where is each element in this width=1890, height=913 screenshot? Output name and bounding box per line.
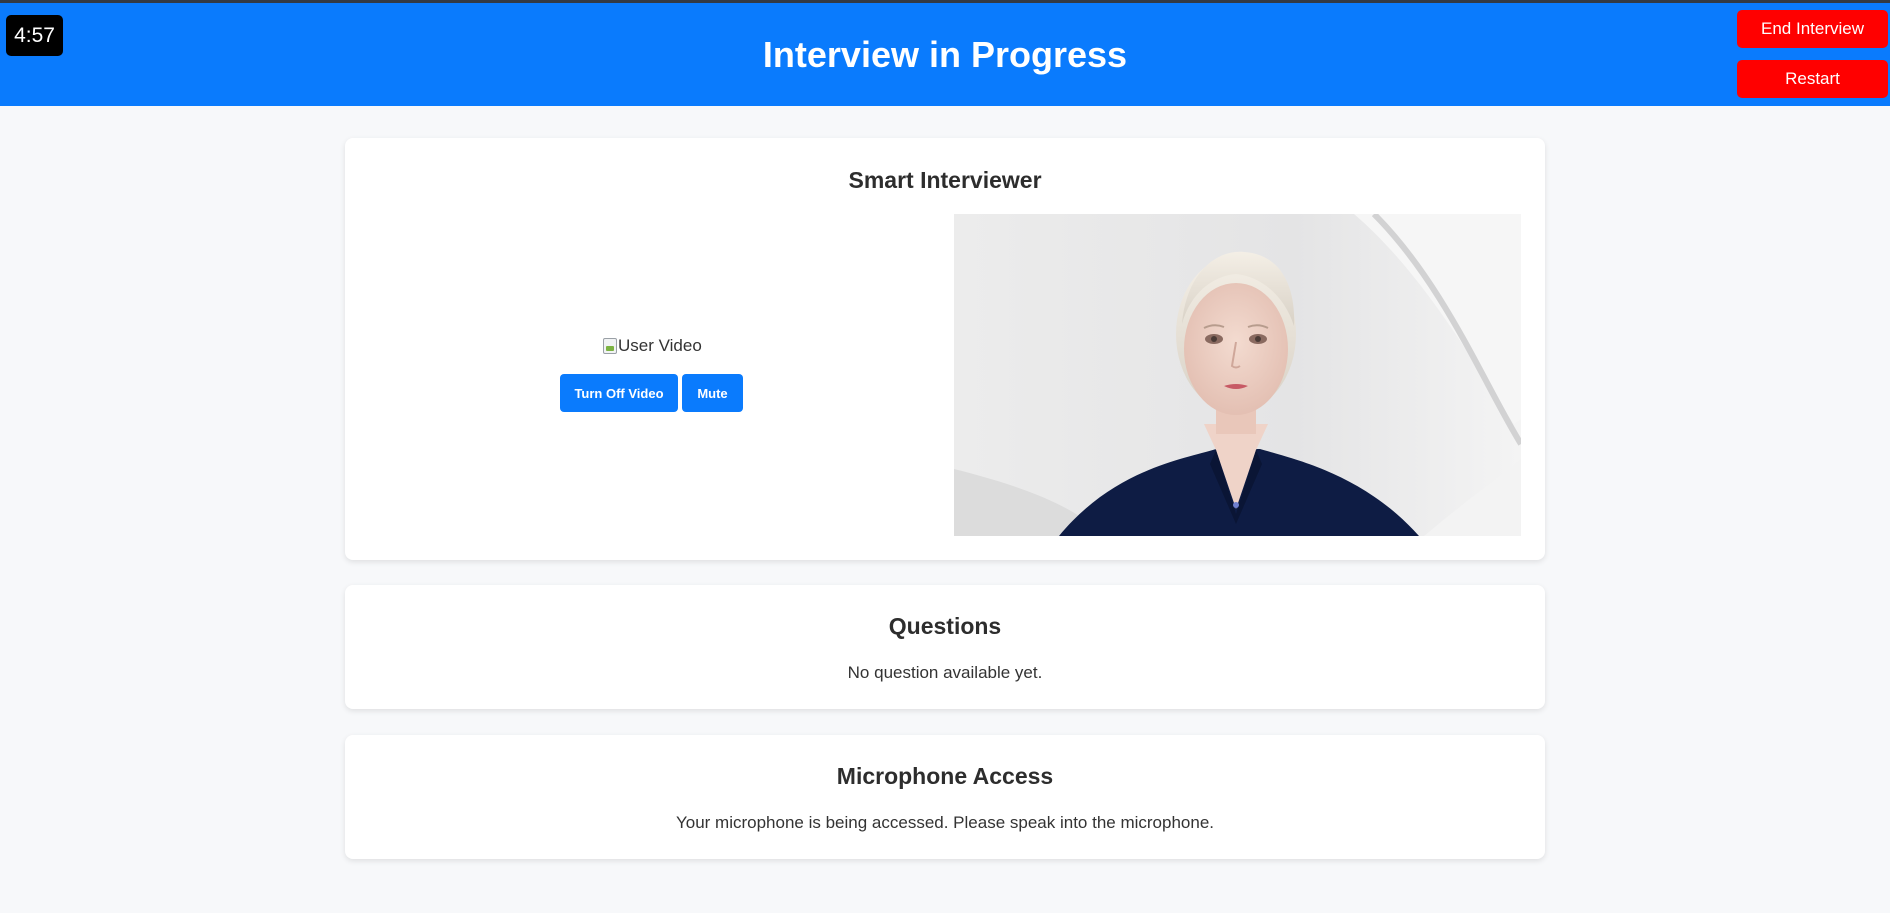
- microphone-text: Your microphone is being accessed. Pleas…: [675, 813, 1215, 832]
- mute-button[interactable]: Mute: [682, 374, 743, 412]
- user-video-alt-text: User Video: [618, 336, 702, 355]
- header-bar: 4:57 Interview in Progress End Interview…: [0, 0, 1890, 106]
- questions-card: Questions No question available yet.: [345, 585, 1545, 709]
- questions-text: No question available yet.: [847, 663, 1043, 682]
- microphone-title: Microphone Access: [836, 763, 1054, 789]
- interviewer-card: Smart Interviewer User Video Turn Off Vi…: [345, 138, 1545, 560]
- avatar-illustration: [954, 214, 1521, 536]
- microphone-card: Microphone Access Your microphone is bei…: [345, 735, 1545, 859]
- broken-image-icon: [603, 338, 617, 354]
- turn-off-video-button[interactable]: Turn Off Video: [560, 374, 678, 412]
- restart-button[interactable]: Restart: [1737, 60, 1888, 98]
- interviewer-title: Smart Interviewer: [848, 167, 1042, 193]
- end-interview-button[interactable]: End Interview: [1737, 10, 1888, 48]
- user-video: User Video: [603, 335, 703, 357]
- page-title: Interview in Progress: [762, 34, 1128, 75]
- questions-title: Questions: [888, 613, 1002, 639]
- interviewer-avatar-video: [954, 214, 1521, 536]
